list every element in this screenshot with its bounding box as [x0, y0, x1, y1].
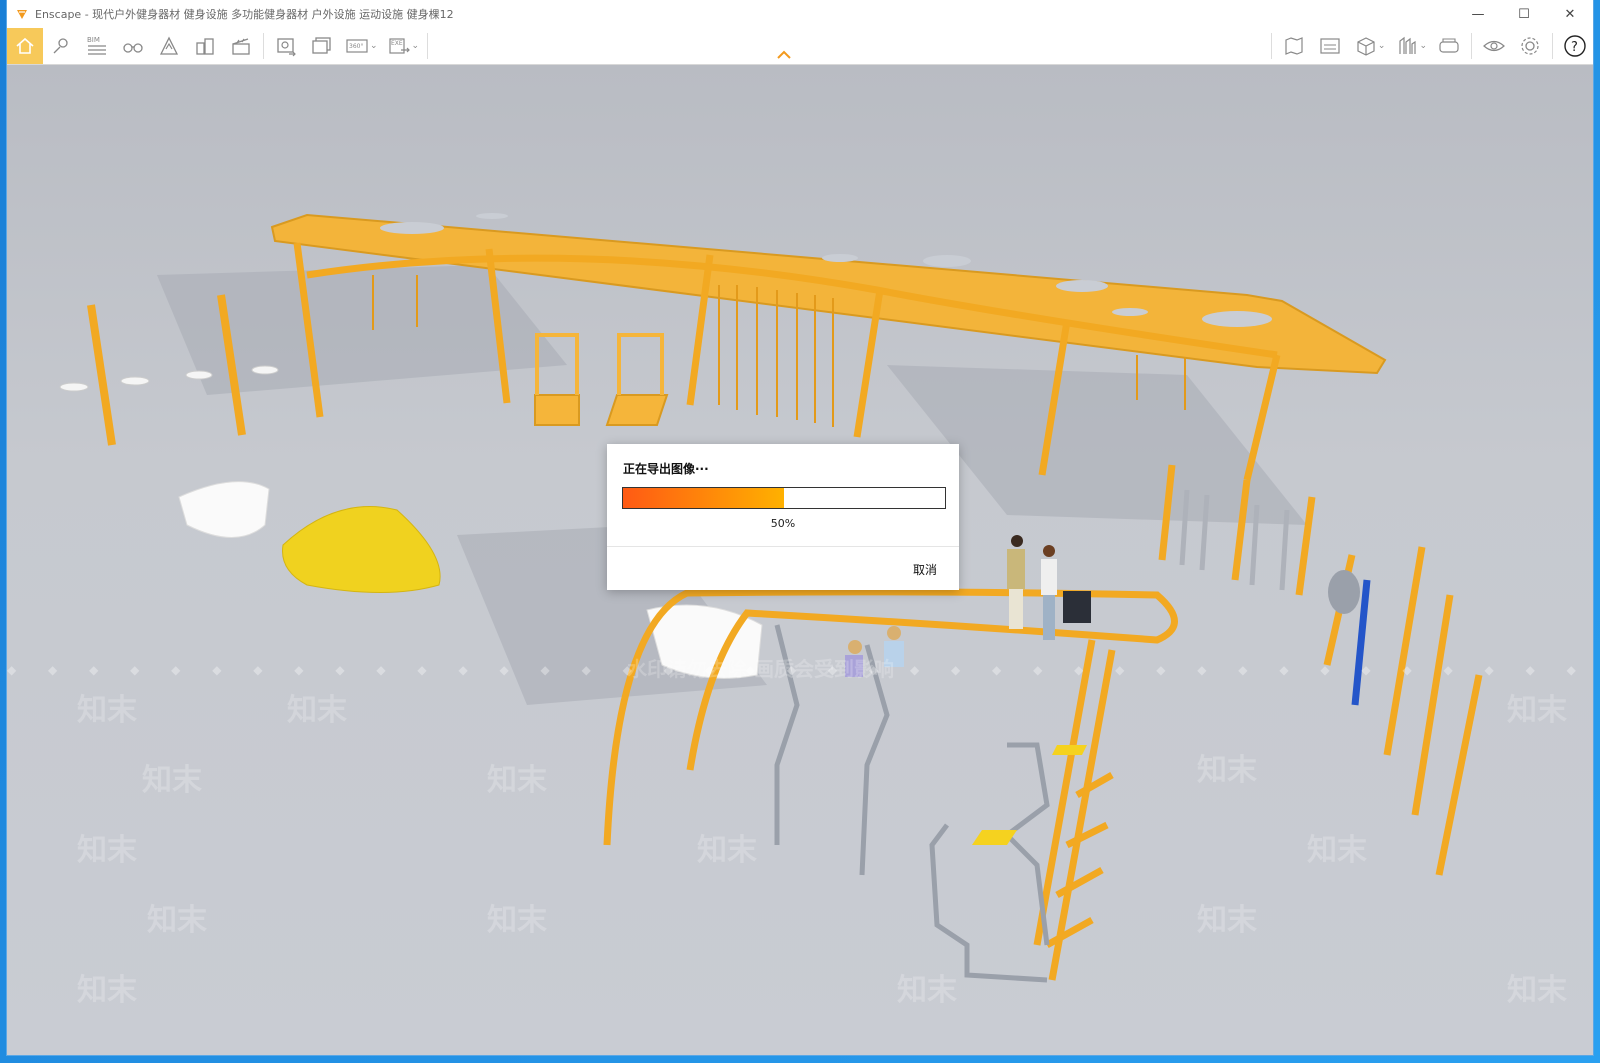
- toolbar-separator: [1552, 33, 1553, 59]
- svg-text:BIM: BIM: [87, 36, 100, 44]
- watermark-dots: ◆ ◆ ◆ ◆ ◆ ◆ ◆ ◆ ◆ ◆ ◆ ◆ ◆ ◆ ◆ ◆ ◆ ◆ ◆ ◆ …: [7, 663, 1593, 677]
- main-toolbar: BIM 360° ⌄ EXE ⌄ ⌄ ⌄ ?: [7, 28, 1593, 65]
- window-controls: — ☐ ✕: [1455, 0, 1593, 28]
- title-bar[interactable]: Enscape - 现代户外健身器材 健身设施 多功能健身器材 户外设施 运动设…: [7, 0, 1593, 28]
- export-progress-bar: [622, 487, 946, 509]
- screenshot-icon: [277, 38, 296, 57]
- window-title: Enscape - 现代户外健身器材 健身设施 多功能健身器材 户外设施 运动设…: [35, 8, 454, 21]
- home-icon: [16, 37, 34, 54]
- binoculars-icon: [123, 43, 143, 53]
- dialog-divider: [607, 546, 959, 547]
- visual-settings-button[interactable]: [1476, 28, 1512, 64]
- cancel-button[interactable]: 取消: [913, 561, 937, 578]
- toolbar-right-group: ⌄ ⌄ ?: [1267, 28, 1593, 64]
- binoculars-button[interactable]: [115, 28, 151, 64]
- export-exe-icon: EXE: [388, 38, 410, 54]
- export-progress-dialog: 正在导出图像··· 50% 取消: [607, 444, 959, 590]
- vr-headset-icon: [1439, 38, 1459, 53]
- image-view-button[interactable]: [1312, 28, 1348, 64]
- collapse-toolbar-chevron-icon[interactable]: [775, 49, 793, 61]
- home-button[interactable]: [7, 28, 43, 64]
- buildings-icon: [196, 38, 214, 55]
- toolbar-separator: [263, 33, 264, 59]
- eye-icon: [1483, 40, 1505, 52]
- bim-icon: BIM: [87, 36, 106, 55]
- settings-button[interactable]: [1512, 28, 1548, 64]
- dialog-title: 正在导出图像···: [623, 462, 709, 476]
- maximize-button[interactable]: ☐: [1501, 0, 1547, 28]
- export-dropdown-chevron-icon[interactable]: ⌄: [412, 41, 420, 51]
- cube-dropdown-chevron-icon[interactable]: ⌄: [1378, 41, 1386, 51]
- location-icon: [53, 38, 68, 54]
- buildings-button[interactable]: [187, 28, 223, 64]
- toolbar-separator: [427, 33, 429, 59]
- enscape-logo-icon: [17, 10, 27, 19]
- progress-percent: 50%: [770, 517, 796, 530]
- views-button[interactable]: [43, 28, 79, 64]
- bim-button[interactable]: BIM: [79, 28, 115, 64]
- panorama-360-icon: 360°: [346, 39, 368, 53]
- svg-text:360°: 360°: [349, 43, 363, 50]
- svg-text:?: ?: [1571, 40, 1578, 55]
- toolbar-left-group: BIM 360° ⌄ EXE ⌄: [7, 28, 432, 64]
- video-editor-button[interactable]: [223, 28, 259, 64]
- render-viewport[interactable]: ◆ ◆ ◆ ◆ ◆ ◆ ◆ ◆ ◆ ◆ ◆ ◆ ◆ ◆ ◆ ◆ ◆ ◆ ◆ ◆ …: [7, 65, 1593, 1055]
- toolbar-separator: [1270, 33, 1272, 59]
- screenshot-button[interactable]: [268, 28, 304, 64]
- asset-library-icon: [1399, 36, 1417, 54]
- atmosphere-button[interactable]: [151, 28, 187, 64]
- cube-icon: [1357, 37, 1375, 56]
- help-icon: ?: [1564, 35, 1586, 57]
- map-button[interactable]: [1276, 28, 1312, 64]
- minimize-button[interactable]: —: [1455, 0, 1501, 28]
- svg-text:EXE: EXE: [391, 40, 403, 47]
- toolbar-separator: [1471, 33, 1472, 59]
- enscape-window: Enscape - 现代户外健身器材 健身设施 多功能健身器材 户外设施 运动设…: [7, 0, 1593, 1055]
- batch-render-icon: [312, 37, 331, 54]
- help-button[interactable]: ?: [1557, 28, 1593, 64]
- batch-render-button[interactable]: [304, 28, 340, 64]
- image-view-icon: [1320, 38, 1340, 54]
- map-icon: [1285, 37, 1303, 55]
- asset-dropdown-chevron-icon[interactable]: ⌄: [1419, 41, 1427, 51]
- atmosphere-icon: [159, 36, 179, 55]
- clapperboard-icon: [232, 38, 250, 55]
- vr-button[interactable]: [1431, 28, 1467, 64]
- gear-icon: [1521, 37, 1539, 55]
- progress-fill: [623, 488, 784, 508]
- close-button[interactable]: ✕: [1547, 0, 1593, 28]
- panorama-dropdown-chevron-icon[interactable]: ⌄: [370, 41, 378, 51]
